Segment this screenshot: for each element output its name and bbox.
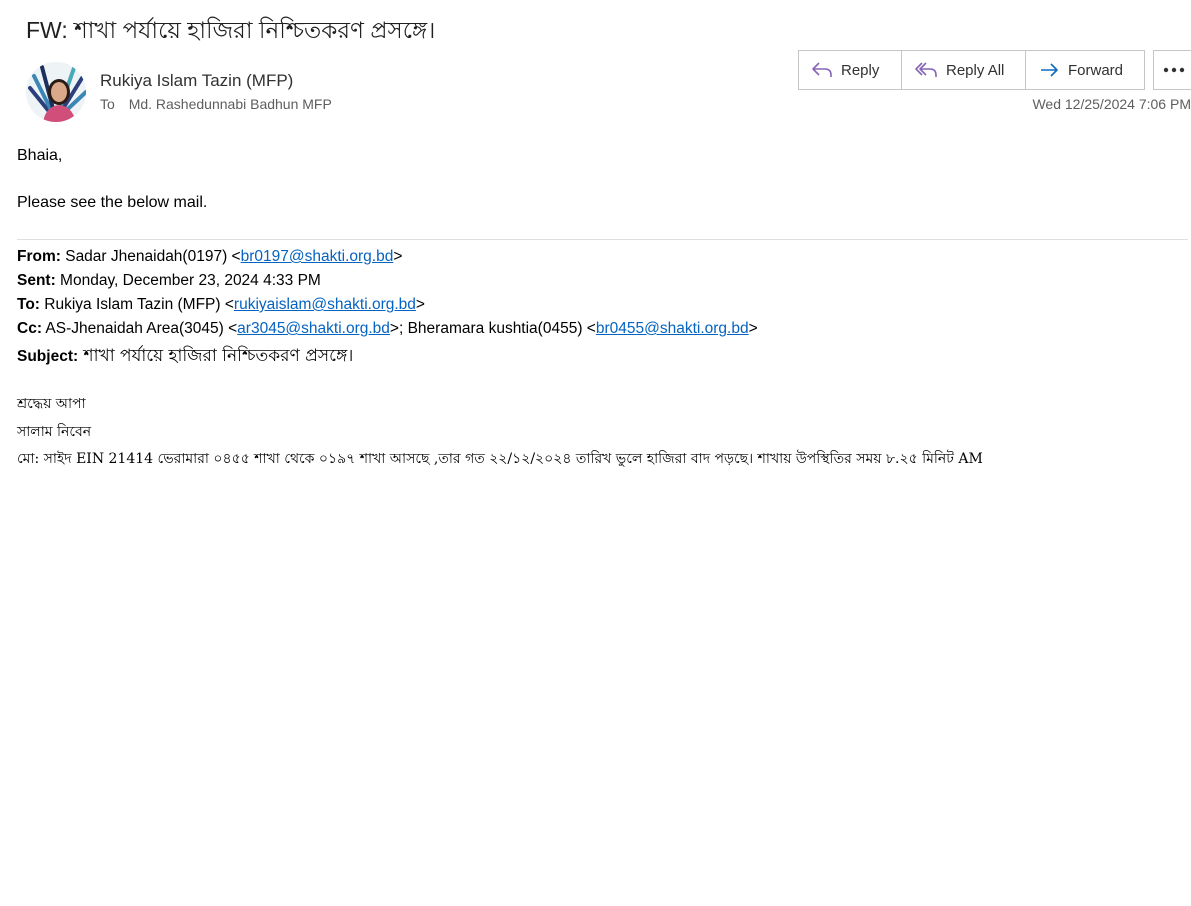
fwd-to-name: Rukiya Islam Tazin (MFP) < bbox=[39, 296, 234, 313]
fwd-subject-value: শাখা পর্যায়ে হাজিরা নিশ্চিতকরণ প্রসঙ্গে… bbox=[78, 346, 354, 366]
recipient-line: To Md. Rashedunnabi Badhun MFP bbox=[100, 96, 332, 112]
more-actions-button[interactable] bbox=[1153, 50, 1191, 90]
body-greeting: Bhaia, bbox=[17, 147, 63, 164]
from-name: Sadar Jhenaidah(0197) < bbox=[60, 248, 241, 265]
forwarded-to-line: To: Rukiya Islam Tazin (MFP) <rukiyaisla… bbox=[17, 296, 425, 314]
forward-divider bbox=[17, 239, 1188, 240]
from-close: > bbox=[393, 248, 403, 265]
from-email-link[interactable]: br0197@shakti.org.bd bbox=[241, 248, 394, 265]
forward-label: Forward bbox=[1068, 61, 1124, 79]
cc-email-link-2[interactable]: br0455@shakti.org.bd bbox=[596, 320, 749, 337]
email-subject-title: FW: শাখা পর্যায়ে হাজিরা নিশ্চিতকরণ প্রস… bbox=[26, 17, 436, 43]
recipient-name[interactable]: Md. Rashedunnabi Badhun MFP bbox=[129, 96, 332, 112]
reply-all-label: Reply All bbox=[946, 61, 1005, 79]
reply-icon bbox=[811, 61, 833, 79]
cc-close: > bbox=[748, 320, 758, 337]
to-label: To bbox=[100, 96, 115, 112]
reply-all-button[interactable]: Reply All bbox=[902, 50, 1026, 90]
message-toolbar: Reply Reply All Forward bbox=[798, 50, 1145, 90]
bn-content: মো: সাইদ EIN 21414 ভেরামারা ০৪৫৫ শাখা থে… bbox=[17, 451, 983, 467]
sent-value: Monday, December 23, 2024 4:33 PM bbox=[55, 272, 321, 289]
sent-date: Wed 12/25/2024 7:06 PM bbox=[1032, 96, 1191, 112]
forwarded-subject-line: Subject: শাখা পর্যায়ে হাজিরা নিশ্চিতকরণ… bbox=[17, 343, 353, 371]
fwd-subject-label: Subject: bbox=[17, 348, 79, 365]
reply-all-icon bbox=[914, 61, 938, 79]
from-label: From: bbox=[17, 248, 61, 265]
sent-label: Sent: bbox=[17, 272, 56, 289]
forward-button[interactable]: Forward bbox=[1026, 50, 1145, 90]
forwarded-sent-line: Sent: Monday, December 23, 2024 4:33 PM bbox=[17, 272, 321, 290]
bn-greeting: সালাম নিবেন bbox=[17, 424, 92, 440]
avatar-photo bbox=[26, 62, 86, 122]
ellipsis-icon bbox=[1163, 67, 1185, 73]
fwd-to-close: > bbox=[415, 296, 425, 313]
sender-name[interactable]: Rukiya Islam Tazin (MFP) bbox=[100, 71, 293, 91]
cc-mid: >; Bheramara kushtia(0455) < bbox=[389, 320, 596, 337]
forward-icon bbox=[1038, 61, 1060, 79]
reply-button[interactable]: Reply bbox=[798, 50, 902, 90]
bn-salutation: শ্রদ্ধেয় আপা bbox=[17, 396, 86, 412]
reply-label: Reply bbox=[841, 61, 880, 79]
fwd-to-label: To: bbox=[17, 296, 40, 313]
forwarded-cc-line: Cc: AS-Jhenaidah Area(3045) <ar3045@shak… bbox=[17, 320, 758, 338]
cc-label: Cc: bbox=[17, 320, 42, 337]
to-email-link[interactable]: rukiyaislam@shakti.org.bd bbox=[234, 296, 416, 313]
body-message: Please see the below mail. bbox=[17, 194, 208, 211]
sender-avatar[interactable] bbox=[26, 62, 86, 122]
cc-email-link-1[interactable]: ar3045@shakti.org.bd bbox=[237, 320, 390, 337]
cc-name-1: AS-Jhenaidah Area(3045) < bbox=[41, 320, 238, 337]
forwarded-from-line: From: Sadar Jhenaidah(0197) <br0197@shak… bbox=[17, 248, 402, 266]
